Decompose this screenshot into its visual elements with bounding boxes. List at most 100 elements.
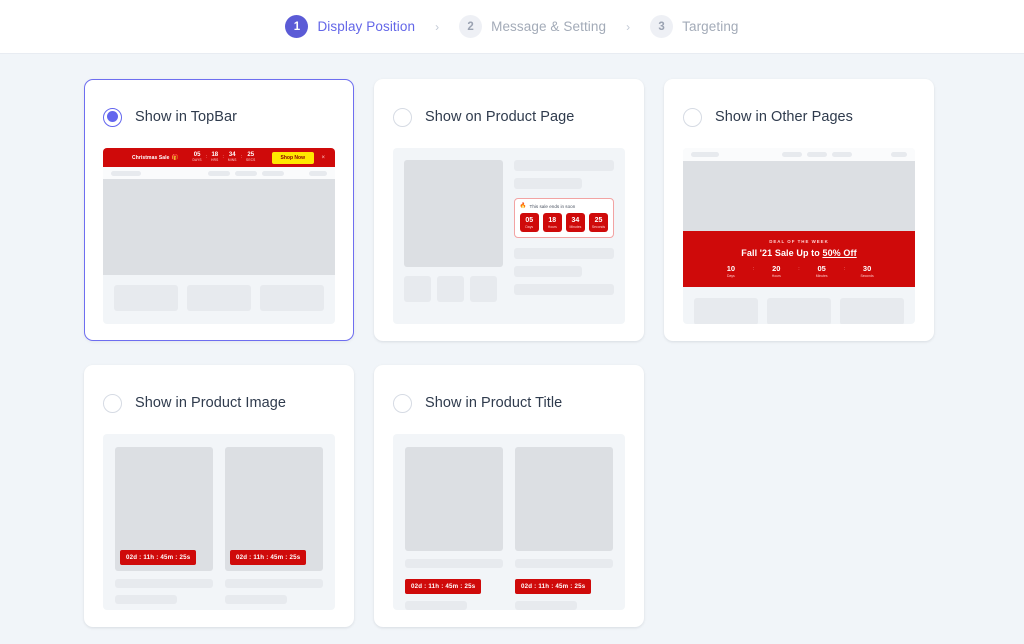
countdown-badge: 02d : 11h : 45m : 25s xyxy=(230,550,307,565)
countdown-seconds-value: 25 xyxy=(594,217,603,224)
preview-countdown-cells: 05 Days 18 Hours 34 Minutes 25 Seconds xyxy=(519,213,608,233)
radio-show-in-other-pages[interactable] xyxy=(683,107,702,127)
countdown-days-value: 05 xyxy=(525,217,534,224)
preview-topbar: Christmas Sale 🎁 05 DAYS : 18 HRS : 34 M… xyxy=(103,148,335,324)
countdown-unit-mins: 34 MINS xyxy=(228,152,237,162)
preview-product-image-placeholder: 02d : 11h : 45m : 25s xyxy=(115,447,213,571)
preview-headline-underlined: 50% Off xyxy=(822,248,857,258)
countdown-days-label: Days xyxy=(727,273,735,278)
preview-countdown-notice: 🔥 This sale ends in soon xyxy=(520,203,608,209)
step-3-number: 3 xyxy=(650,15,674,38)
preview-card-placeholder xyxy=(187,285,251,311)
option-label-show-in-product-image: Show in Product Image xyxy=(135,395,286,411)
countdown-badge-wrap: 02d : 11h : 45m : 25s xyxy=(405,575,503,594)
radio-show-on-product-page[interactable] xyxy=(393,107,412,127)
radio-show-in-topbar[interactable] xyxy=(103,107,122,127)
preview-text-placeholder xyxy=(115,579,213,588)
countdown-unit-minutes: 05 Minutes xyxy=(807,265,837,278)
preview-product-grid: 02d : 11h : 45m : 25s 02d : 11h : 45m : … xyxy=(103,434,335,610)
card-header-topbar: Show in TopBar xyxy=(103,102,335,132)
preview-product-item: 02d : 11h : 45m : 25s xyxy=(405,447,503,610)
countdown-colon-1: : xyxy=(752,266,755,273)
countdown-minutes-value: 34 xyxy=(571,217,580,224)
preview-shop-now-button[interactable]: Shop Now xyxy=(271,151,314,164)
countdown-minutes-label: Minutes xyxy=(815,273,828,278)
step-targeting[interactable]: 3 Targeting xyxy=(644,15,744,38)
option-card-show-on-product-page[interactable]: Show on Product Page 🔥 This sale ends in… xyxy=(374,79,644,341)
countdown-colon-3: : xyxy=(240,154,243,161)
preview-product-info: 🔥 This sale ends in soon 05 Days 18 Hour… xyxy=(513,160,614,302)
preview-text-placeholder xyxy=(225,579,323,588)
nav-link-placeholder-3 xyxy=(262,170,284,176)
countdown-badge-wrap: 02d : 11h : 45m : 25s xyxy=(515,575,613,594)
countdown-minutes-value: 05 xyxy=(817,264,826,273)
nav-link-placeholder-1 xyxy=(782,152,802,157)
option-label-show-on-product-page: Show on Product Page xyxy=(425,109,575,125)
gift-icon: 🎁 xyxy=(171,154,179,161)
preview-card-row xyxy=(103,275,335,321)
close-icon[interactable]: × xyxy=(321,155,325,161)
preview-text-placeholder xyxy=(515,601,577,610)
nav-link-placeholder-2 xyxy=(235,170,257,176)
countdown-minutes-label: Minutes xyxy=(569,225,582,229)
option-card-show-in-other-pages[interactable]: Show in Other Pages DEAL OF THE WEEK Fal… xyxy=(664,79,934,341)
countdown-unit-days: 10 Days xyxy=(716,265,746,278)
countdown-unit-hours: 18 HRS xyxy=(211,152,218,162)
preview-text-placeholder xyxy=(115,595,177,604)
option-label-show-in-topbar: Show in TopBar xyxy=(135,109,237,125)
step-message-setting[interactable]: 2 Message & Setting xyxy=(453,15,612,38)
countdown-cell-minutes: 34 Minutes xyxy=(565,213,585,233)
option-label-show-in-product-title: Show in Product Title xyxy=(425,395,563,411)
countdown-cell-days: 05 Days xyxy=(519,213,539,233)
preview-topbar-banner: Christmas Sale 🎁 05 DAYS : 18 HRS : 34 M… xyxy=(103,148,335,167)
preview-product-layout: 🔥 This sale ends in soon 05 Days 18 Hour… xyxy=(393,148,625,314)
preview-product-image: 02d : 11h : 45m : 25s 02d : 11h : 45m : … xyxy=(103,434,335,610)
countdown-mins-label: MINS xyxy=(227,158,237,163)
radio-show-in-product-title[interactable] xyxy=(393,393,412,413)
radio-show-in-product-image[interactable] xyxy=(103,393,122,413)
preview-text-placeholder xyxy=(225,595,287,604)
preview-text-placeholder xyxy=(405,601,467,610)
preview-thumbnail xyxy=(437,276,464,302)
preview-text-placeholder xyxy=(513,266,582,278)
card-header-other-pages: Show in Other Pages xyxy=(683,102,915,132)
preview-product-item: 02d : 11h : 45m : 25s xyxy=(115,447,213,604)
countdown-cell-seconds: 25 Seconds xyxy=(588,213,608,233)
step-2-label: Message & Setting xyxy=(491,19,607,34)
countdown-colon-1: : xyxy=(205,154,208,161)
preview-product-image-placeholder xyxy=(404,160,503,267)
countdown-colon-2: : xyxy=(798,266,800,273)
preview-hero-placeholder xyxy=(103,179,335,275)
nav-logo-placeholder xyxy=(111,170,141,176)
countdown-secs-label: SECS xyxy=(246,158,256,163)
preview-text-placeholder xyxy=(513,160,614,171)
display-position-options: Show in TopBar Christmas Sale 🎁 05 DAYS … xyxy=(0,54,1024,627)
preview-product-media xyxy=(404,160,503,302)
step-display-position[interactable]: 1 Display Position xyxy=(279,15,421,38)
preview-nav-bar xyxy=(103,167,335,179)
preview-nav-bar xyxy=(683,148,915,161)
countdown-hours-value: 18 xyxy=(548,217,557,224)
flame-icon: 🔥 xyxy=(519,203,527,209)
card-header-product-title: Show in Product Title xyxy=(393,388,625,418)
countdown-seconds-value: 30 xyxy=(862,264,872,273)
preview-product-image-placeholder xyxy=(515,447,613,551)
preview-thumbnail xyxy=(470,276,497,302)
countdown-unit-hours: 20 Hours xyxy=(761,265,791,278)
countdown-hours-value: 20 xyxy=(772,264,781,273)
preview-text-placeholder xyxy=(513,284,614,296)
nav-link-placeholder-2 xyxy=(807,152,827,157)
preview-topbar-sale-text-wrap: Christmas Sale 🎁 xyxy=(132,155,178,161)
preview-topbar-sale-text: Christmas Sale xyxy=(132,154,170,161)
preview-product-item: 02d : 11h : 45m : 25s xyxy=(225,447,323,604)
countdown-days-label: Days xyxy=(525,225,534,229)
countdown-seconds-label: Seconds xyxy=(591,225,606,229)
preview-product-image-placeholder xyxy=(405,447,503,551)
countdown-seconds-label: Seconds xyxy=(860,273,874,278)
card-header-product-page: Show on Product Page xyxy=(393,102,625,132)
option-card-show-in-product-title[interactable]: Show in Product Title 02d : 11h : 45m : … xyxy=(374,365,644,627)
option-card-show-in-product-image[interactable]: Show in Product Image 02d : 11h : 45m : … xyxy=(84,365,354,627)
preview-card-placeholder xyxy=(767,297,831,324)
preview-hero-placeholder xyxy=(683,161,915,231)
option-card-show-in-topbar[interactable]: Show in TopBar Christmas Sale 🎁 05 DAYS … xyxy=(84,79,354,341)
